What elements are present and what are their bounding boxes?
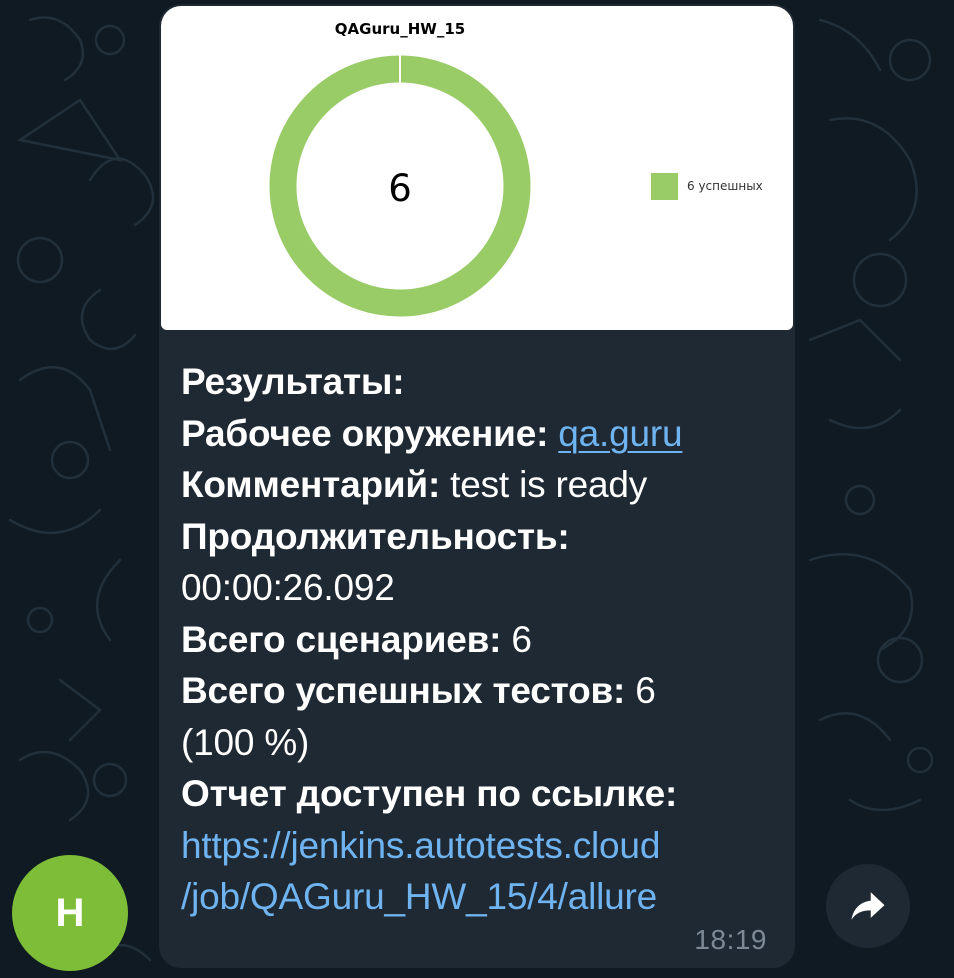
report-label: Отчет доступен по ссылке: [181,773,678,814]
share-button[interactable] [826,864,910,948]
chart-title: QAGuru_HW_15 [335,20,465,38]
passed-percent: (100 %) [181,721,310,763]
scenarios-value: 6 [511,618,532,660]
sender-avatar[interactable]: H [12,855,128,971]
comment-label: Комментарий: [181,464,451,505]
duration-label: Продолжительность: [181,515,570,557]
allure-chart-image[interactable]: QAGuru_HW_15 6 6 успешных [161,6,793,330]
message-text: Результаты: Рабочее окружение: qa.guru К… [181,356,781,923]
comment-value: test is ready [450,464,648,505]
environment-link[interactable]: qa.guru [558,413,682,454]
environment-line: Рабочее окружение: qa.guru [181,408,781,460]
scenarios-line: Всего сценариев: 6 [181,614,781,666]
legend-swatch [651,173,678,200]
scenarios-label: Всего сценариев: [181,618,512,660]
passed-line: Всего успешных тестов: 6 [181,665,781,717]
passed-label: Всего успешных тестов: [181,670,636,711]
avatar-letter: H [55,890,85,935]
legend-label: 6 успешных [687,179,763,193]
report-link-part1[interactable]: https://jenkins.autotests.cloud [181,820,781,872]
share-arrow-icon [851,892,885,920]
comment-line: Комментарий: test is ready [181,459,781,511]
duration-value: 00:00:26.092 [181,567,395,608]
results-heading: Результаты: [181,361,405,402]
environment-label: Рабочее окружение: [181,412,559,454]
chart-center-value: 6 [388,167,412,210]
report-link-part2[interactable]: /job/QAGuru_HW_15/4/allure [181,871,781,923]
donut-chart: QAGuru_HW_15 6 6 успешных [269,20,763,317]
passed-value: 6 [635,670,656,711]
message-time: 18:19 [694,924,767,955]
message-bubble[interactable]: QAGuru_HW_15 6 6 успешных Результаты: Ра… [159,4,795,968]
